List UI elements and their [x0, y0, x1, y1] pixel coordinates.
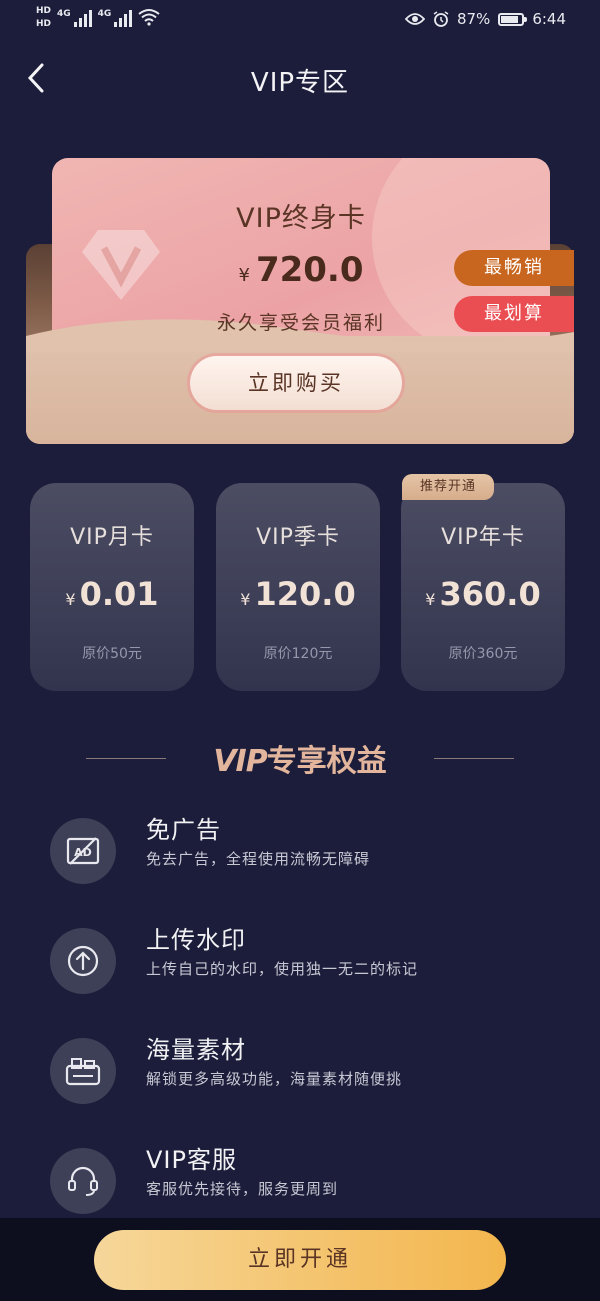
benefit-vip-service: VIP客服 客服优先接待，服务更周到 — [50, 1138, 570, 1218]
status-bar: HD HD 4G 4G 87% 6:44 — [0, 0, 600, 40]
no-ads-icon: AD — [50, 818, 116, 884]
plan-name: VIP季卡 — [256, 525, 340, 550]
section-title-vip: VIP — [213, 744, 267, 779]
bottom-bar: 立即开通 — [0, 1218, 600, 1301]
hd-label-1: HD — [36, 6, 52, 16]
nav-bar: VIP专区 — [0, 52, 600, 108]
section-title-text: 专享权益 — [266, 744, 387, 779]
currency-symbol: ¥ — [425, 590, 436, 609]
currency-symbol: ¥ — [238, 265, 250, 286]
open-now-button[interactable]: 立即开通 — [94, 1230, 506, 1290]
buy-now-button[interactable]: 立即购买 — [190, 356, 402, 410]
plan-name: VIP年卡 — [441, 525, 525, 550]
benefit-title: 上传水印 — [146, 926, 246, 954]
benefit-no-ads: AD 免广告 免去广告，全程使用流畅无障碍 — [50, 808, 570, 888]
hd-indicator: HD HD — [36, 6, 51, 30]
signal-2-label: 4G — [97, 9, 112, 19]
headset-icon — [50, 1148, 116, 1214]
alarm-icon — [433, 11, 449, 27]
benefit-desc: 解锁更多高级功能，海量素材随便挑 — [146, 1070, 403, 1088]
currency-symbol: ¥ — [65, 590, 76, 609]
plan-name: VIP月卡 — [70, 525, 154, 550]
upload-icon — [50, 928, 116, 994]
best-seller-tag: 最畅销 — [454, 250, 574, 286]
plan-price: ¥360.0 — [401, 575, 565, 613]
battery-percent: 87% — [456, 10, 491, 28]
battery-icon — [498, 12, 528, 26]
benefit-materials: 海量素材 解锁更多高级功能，海量素材随便挑 — [50, 1028, 570, 1108]
benefit-title: VIP客服 — [146, 1146, 237, 1174]
plan-price: ¥120.0 — [216, 575, 380, 613]
clock: 6:44 — [532, 10, 566, 28]
wifi-icon — [138, 9, 160, 26]
plan-card-monthly[interactable]: VIP月卡 ¥0.01 原价50元 — [30, 483, 194, 691]
signal-1-label: 4G — [57, 9, 71, 19]
eye-icon — [404, 13, 425, 25]
currency-symbol: ¥ — [240, 590, 251, 609]
status-left: HD HD 4G 4G — [36, 6, 160, 30]
price-value: 360.0 — [439, 575, 541, 613]
benefit-upload-watermark: 上传水印 上传自己的水印，使用独一无二的标记 — [50, 918, 570, 998]
price-value: 120.0 — [254, 575, 356, 613]
recommend-badge: 推荐开通 — [402, 474, 494, 500]
best-value-tag: 最划算 — [454, 296, 574, 332]
price-value: 720.0 — [255, 250, 364, 290]
signal-2-icon: 4G — [98, 9, 133, 27]
benefit-desc: 免去广告，全程使用流畅无障碍 — [146, 850, 371, 868]
signal-1-icon: 4G — [57, 9, 92, 27]
divider-right — [434, 758, 514, 759]
plan-card-quarterly[interactable]: VIP季卡 ¥120.0 原价120元 — [216, 483, 380, 691]
benefit-desc: 上传自己的水印，使用独一无二的标记 — [146, 960, 419, 978]
price-value: 0.01 — [79, 575, 159, 613]
plan-original-price: 原价360元 — [448, 646, 518, 662]
materials-icon — [50, 1038, 116, 1104]
plan-original-price: 原价50元 — [82, 646, 142, 662]
benefits-section-header: VIP专享权益 — [0, 736, 600, 780]
status-right: 87% 6:44 — [404, 10, 566, 28]
page-title: VIP专区 — [250, 68, 350, 98]
plan-price: ¥0.01 — [30, 575, 194, 613]
benefit-title: 免广告 — [146, 816, 221, 844]
plan-card-yearly[interactable]: VIP年卡 ¥360.0 原价360元 — [401, 483, 565, 691]
lifetime-card-title: VIP终身卡 — [236, 203, 366, 234]
hd-label-2: HD — [36, 19, 52, 29]
benefit-title: 海量素材 — [146, 1036, 246, 1064]
benefit-desc: 客服优先接待，服务更周到 — [146, 1180, 339, 1198]
plan-original-price: 原价120元 — [263, 646, 333, 662]
